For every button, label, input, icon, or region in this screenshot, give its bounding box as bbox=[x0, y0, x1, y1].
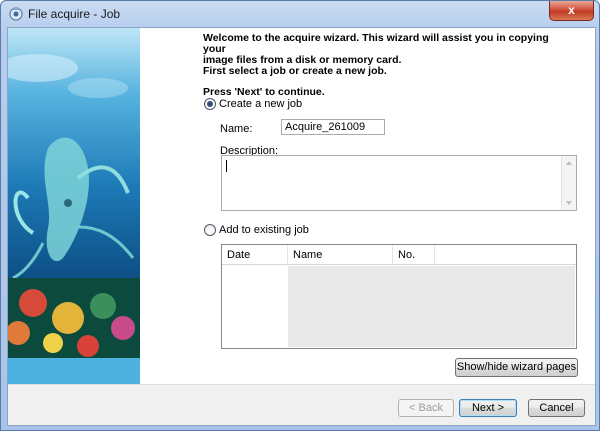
description-scrollbar[interactable] bbox=[561, 156, 576, 210]
list-empty-area bbox=[288, 266, 575, 347]
wizard-banner-image bbox=[8, 28, 140, 384]
continue-instruction: Press 'Next' to continue. bbox=[203, 86, 325, 98]
window-title: File acquire - Job bbox=[28, 7, 121, 21]
name-label: Name: bbox=[220, 123, 253, 135]
intro-text: Welcome to the acquire wizard. This wiza… bbox=[203, 33, 573, 98]
existing-jobs-list[interactable]: Date Name No. files bbox=[221, 244, 577, 349]
column-header-filler bbox=[435, 245, 576, 265]
scroll-down-icon[interactable] bbox=[566, 201, 572, 205]
underwater-coral-icon bbox=[8, 54, 140, 358]
column-header-no-files[interactable]: No. files bbox=[393, 245, 435, 281]
show-hide-wizard-pages-button[interactable]: Show/hide wizard pages ... bbox=[455, 358, 578, 390]
job-name-input[interactable] bbox=[281, 119, 385, 135]
column-header-date[interactable]: Date bbox=[222, 245, 288, 265]
description-textarea[interactable] bbox=[221, 155, 577, 211]
intro-line-3: First select a job or create a new job. bbox=[203, 65, 387, 77]
wizard-client-area: Welcome to the acquire wizard. This wiza… bbox=[7, 27, 596, 426]
close-button[interactable]: x bbox=[549, 1, 594, 21]
close-icon: x bbox=[568, 3, 575, 17]
next-button[interactable]: Next > bbox=[459, 399, 517, 417]
radio-selected-dot bbox=[207, 101, 213, 107]
cancel-button[interactable]: Cancel bbox=[528, 399, 585, 417]
app-icon bbox=[9, 7, 23, 21]
title-bar[interactable]: File acquire - Job x bbox=[1, 1, 599, 27]
add-existing-job-radio[interactable] bbox=[204, 224, 216, 236]
intro-line-1: Welcome to the acquire wizard. This wiza… bbox=[203, 32, 549, 55]
create-new-job-radio[interactable] bbox=[204, 98, 216, 110]
column-header-name[interactable]: Name bbox=[288, 245, 393, 265]
text-cursor bbox=[226, 160, 227, 172]
dialog-window: File acquire - Job x Welcome to the acqu… bbox=[0, 0, 600, 431]
add-existing-job-label[interactable]: Add to existing job bbox=[219, 224, 309, 236]
create-new-job-label[interactable]: Create a new job bbox=[219, 98, 302, 110]
back-button[interactable]: < Back bbox=[398, 399, 454, 417]
scroll-up-icon[interactable] bbox=[566, 161, 572, 165]
banner-footer-band bbox=[8, 358, 140, 384]
